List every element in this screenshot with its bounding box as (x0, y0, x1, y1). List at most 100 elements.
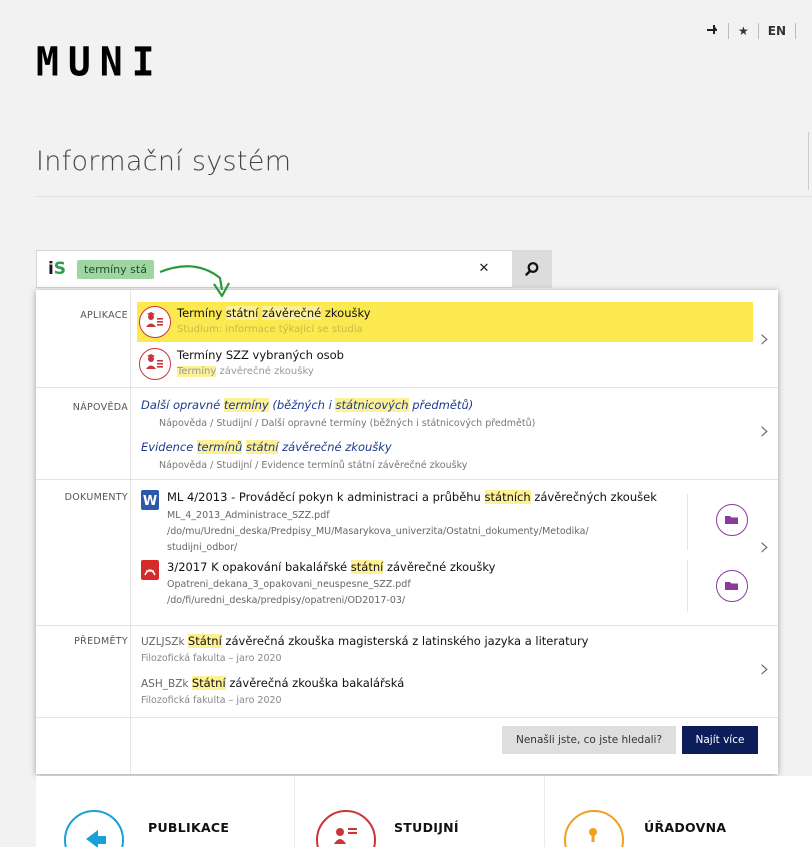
divider (687, 494, 688, 550)
text-highlight: státní (245, 440, 279, 454)
divider (687, 560, 688, 612)
chevron-right-icon[interactable]: › (760, 532, 770, 562)
student-icon (316, 810, 376, 847)
help-result-title[interactable]: Další opravné termíny (běžných i státnic… (141, 398, 473, 412)
text-part: závěrečných zkoušek (530, 490, 657, 504)
divider (808, 132, 812, 190)
divider (130, 718, 131, 774)
svg-text:W: W (143, 494, 157, 509)
document-path: /do/fi/uredni_deska/predpisy/opatreni/OD… (167, 595, 406, 606)
text-part: závěrečné zkoušky (383, 560, 496, 574)
text-part: zkoušky (321, 306, 371, 320)
muni-logo[interactable]: MUNI (36, 41, 164, 83)
document-path: studijni_odbor/ (167, 542, 238, 553)
document-filename: ML_4_2013_Administrace_SZZ.pdf (167, 510, 330, 521)
result-subtitle: Termíny závěrečné zkoušky (177, 366, 314, 377)
subject-faculty: Filozofická fakulta – jaro 2020 (141, 695, 282, 706)
page: ★ EN MUNI Informační systém iS termíny s… (0, 0, 812, 847)
is-logo-icon: iS (47, 259, 67, 279)
help-section: NÁPOVĚDA Další opravné termíny (běžných … (36, 388, 778, 480)
tile-studijni[interactable]: STUDIJNÍ (294, 776, 544, 847)
text-highlight: termínů (196, 440, 243, 454)
chevron-right-icon[interactable]: › (760, 654, 770, 684)
not-found-button[interactable]: Nenašli jste, co jste hledali? (502, 726, 676, 754)
student-icon (139, 306, 171, 338)
pin-icon[interactable] (696, 22, 728, 40)
tile-uradovna[interactable]: ÚŘADOVNA (544, 776, 812, 847)
subject-code: UZLJSZk (141, 636, 188, 648)
section-body: W ML 4/2013 - Prováděcí pokyn k administ… (130, 480, 778, 625)
search-input[interactable]: termíny stá (77, 259, 154, 279)
subject-code: ASH_BZk (141, 678, 192, 690)
tile-title: PUBLIKACE (148, 820, 230, 835)
result-title: Termíny SZZ vybraných osob (177, 348, 344, 362)
section-body: Další opravné termíny (běžných i státnic… (130, 388, 778, 479)
office-icon (564, 810, 624, 847)
section-label: PŘEDMĚTY (74, 636, 128, 647)
section-body: UZLJSZk Státní závěrečná zkouška magiste… (130, 626, 778, 717)
top-bar: ★ EN (696, 22, 796, 40)
annotation-arrow (159, 265, 230, 298)
search-button[interactable] (512, 250, 552, 288)
section-label: NÁPOVĚDA (72, 402, 128, 413)
section-label: DOKUMENTY (64, 492, 128, 503)
text-part: (běžných i (268, 398, 336, 412)
text-part: předmětů) (408, 398, 474, 412)
folder-icon (725, 516, 738, 524)
language-switch[interactable]: EN (759, 23, 795, 39)
text-highlight: státnicových (335, 398, 409, 412)
find-more-button[interactable]: Najít více (682, 726, 758, 754)
document-path: /do/mu/Uredni_deska/Predpisy_MU/Masaryko… (167, 526, 589, 537)
text-part: 3/2017 K opakování bakalářské (167, 560, 351, 574)
clear-icon[interactable]: ✕ (477, 261, 491, 276)
tile-publikace[interactable]: PUBLIKACE (36, 776, 294, 847)
text-highlight: termíny (223, 398, 269, 412)
text-highlight: závěrečné (262, 306, 322, 320)
subject-title[interactable]: ASH_BZk Státní závěrečná zkouška bakalář… (141, 676, 404, 690)
subject-faculty: Filozofická fakulta – jaro 2020 (141, 653, 282, 664)
search-icon (525, 262, 539, 276)
divider (36, 196, 812, 197)
document-title[interactable]: 3/2017 K opakování bakalářské státní záv… (167, 560, 495, 574)
chevron-right-icon[interactable]: › (760, 324, 770, 354)
search-results-panel: APLIKACE Termíny státní závěrečné zkoušk… (36, 290, 778, 774)
result-app[interactable]: Termíny SZZ vybraných osob Termíny závěr… (137, 344, 753, 384)
text-part: závěrečná zkouška magisterská z latinské… (221, 634, 589, 648)
text-highlight: Termíny (177, 366, 217, 377)
pdf-icon (141, 560, 159, 580)
folder-button[interactable] (716, 504, 748, 536)
text-highlight: státní (350, 560, 384, 574)
help-result-path: Nápověda / Studijní / Evidence termínů s… (159, 460, 468, 471)
publications-icon (64, 810, 124, 847)
chevron-right-icon[interactable]: › (760, 416, 770, 446)
document-title[interactable]: ML 4/2013 - Prováděcí pokyn k administra… (167, 490, 657, 504)
text-part: Další opravné (141, 398, 224, 412)
subjects-section: PŘEDMĚTY UZLJSZk Státní závěrečná zkoušk… (36, 626, 778, 718)
page-title: Informační systém (36, 146, 292, 177)
folder-icon (725, 582, 738, 590)
text-highlight: Státní (191, 676, 226, 690)
text-part: závěrečná zkouška bakalářská (225, 676, 405, 690)
text-part: závěrečné zkoušky (278, 440, 392, 454)
text-highlight: Státní (187, 634, 222, 648)
tile-title: ÚŘADOVNA (644, 820, 727, 835)
tiles-row: PUBLIKACE STUDIJNÍ ÚŘADOVNA (36, 776, 812, 847)
text-part: závěrečné zkoušky (216, 366, 314, 377)
search-bar: iS termíny stá ✕ (36, 250, 552, 288)
tile-title: STUDIJNÍ (394, 820, 459, 835)
apps-section: APLIKACE Termíny státní závěrečné zkoušk… (36, 290, 778, 388)
section-label: APLIKACE (80, 310, 128, 321)
document-filename: Opatreni_dekana_3_opakovani_neuspesne_SZ… (167, 579, 411, 590)
student-icon (139, 348, 171, 380)
folder-button[interactable] (716, 570, 748, 602)
documents-section: DOKUMENTY W ML 4/2013 - Prováděcí pokyn … (36, 480, 778, 626)
help-result-title[interactable]: Evidence termínů státní závěrečné zkoušk… (141, 440, 392, 454)
star-icon[interactable]: ★ (729, 23, 758, 39)
word-document-icon: W (141, 490, 159, 510)
result-subtitle: Studium: informace týkající se studia (177, 324, 363, 335)
subject-title[interactable]: UZLJSZk Státní závěrečná zkouška magiste… (141, 634, 588, 648)
text-part: Evidence (141, 440, 197, 454)
divider (795, 23, 796, 39)
help-result-path: Nápověda / Studijní / Další opravné term… (159, 418, 536, 429)
text-highlight: státních (484, 490, 531, 504)
